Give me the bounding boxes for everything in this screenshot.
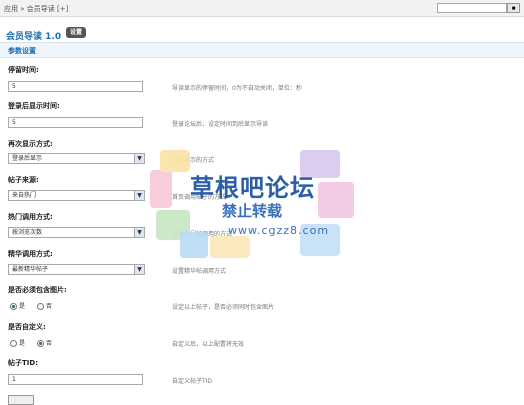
chevron-down-icon[interactable]: ▼ [134,265,144,274]
hint-login-time: 登录论坛后，设定时间到后显示导读 [172,121,269,128]
hot-method-select[interactable]: 按浏览次数 ▼ [8,227,145,238]
radio-no[interactable] [36,340,44,347]
redisplay-select[interactable]: 登录后显示 ▼ [8,153,145,164]
field-label-digest-method: 精华调用方式: [8,250,53,258]
settings-button[interactable]: 设置 [66,27,86,38]
submit-button[interactable] [8,395,34,405]
custom-radios: 是 否 [10,338,62,347]
chevron-down-icon[interactable]: ▼ [134,154,144,163]
hint-digest-method: 设置精华帖调用方式 [172,268,227,275]
hot-method-value: 按浏览次数 [12,229,43,236]
hint-tid: 自定义帖子TID [172,378,213,385]
search-input[interactable] [437,3,507,13]
field-label-require-image: 是否必须包含图片: [8,286,67,294]
login-time-input[interactable]: 5 [8,117,143,128]
stay-time-input[interactable]: 5 [8,81,143,92]
field-label-tid: 帖子TID: [8,359,38,367]
field-label-hot-method: 热门调用方式: [8,213,53,221]
section-header: 参数设置 [0,42,524,58]
chevron-down-icon[interactable]: ▼ [134,228,144,237]
section-title: 参数设置 [8,47,36,55]
hint-stay-time: 导读显示的停留时间，0为不自动关闭，单位：秒 [172,85,302,92]
watermark-url: www.cgzz8.com [228,224,330,237]
chevron-down-icon[interactable]: ▼ [134,191,144,200]
require-image-radios: 是 否 [10,301,62,310]
watermark-subtitle: 禁止转载 [222,202,283,220]
hint-require-image: 设定以上帖子，是否必须同时包含图片 [172,304,275,311]
radio-no[interactable] [36,303,44,310]
field-label-redisplay: 再次显示方式: [8,140,53,148]
field-label-login-time: 登录后显示时间: [8,102,60,110]
hint-custom: 自定义后，以上配置将无效 [172,341,245,348]
radio-yes[interactable] [10,340,17,347]
page-title: 会员导读 1.0 [6,32,62,42]
top-bar: 应用 » 会员导读 [+] ■ [0,0,524,17]
search-button[interactable]: ■ [507,3,520,13]
redisplay-value: 登录后显示 [12,155,43,162]
digest-method-select[interactable]: 最新精华帖子 ▼ [8,264,145,275]
tid-input[interactable]: 1 [8,374,143,385]
breadcrumb[interactable]: 应用 » 会员导读 [+] [4,4,68,14]
post-source-value: 来自热门 [12,192,37,199]
digest-method-value: 最新精华帖子 [12,266,49,273]
radio-yes[interactable] [10,303,17,310]
radio-yes-label: 是 [19,340,26,347]
radio-no-label: 否 [45,340,52,347]
field-label-post-source: 帖子来源: [8,176,39,184]
watermark-title: 草根吧论坛 [190,173,315,202]
post-source-select[interactable]: 来自热门 ▼ [8,190,145,201]
radio-no-label: 否 [45,303,52,310]
field-label-custom: 是否自定义: [8,323,46,331]
field-label-stay-time: 停留时间: [8,66,39,74]
radio-yes-label: 是 [19,303,26,310]
